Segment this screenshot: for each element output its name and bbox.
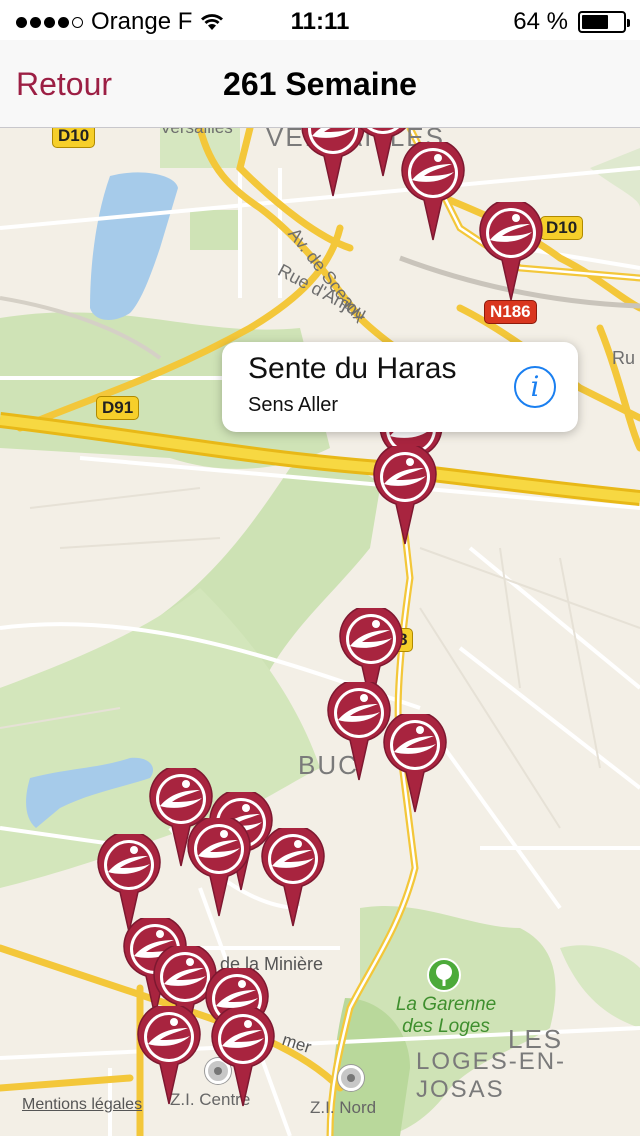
place-la-garenne-line1: La Garenne: [395, 994, 497, 1015]
park-icon: [427, 958, 461, 992]
road-label-d10-west: D10: [52, 128, 96, 148]
bus-stop-pin-icon[interactable]: [400, 138, 466, 242]
street-ru: Ru: [612, 348, 636, 368]
bus-stop-pin-icon[interactable]: [478, 198, 544, 302]
bus-stop-pin-icon[interactable]: [260, 824, 326, 928]
callout-title: Sente du Haras: [248, 352, 457, 385]
place-loges-en-josas: LOGES-EN-JOSAS: [416, 1048, 567, 1103]
place-la-garenne: La Garenne des Loges: [378, 994, 514, 1038]
poi-zi-nord-icon[interactable]: [338, 1065, 364, 1091]
battery-icon: [578, 11, 630, 33]
place-zi-nord: Z.I. Nord: [310, 1098, 377, 1117]
back-button[interactable]: Retour: [16, 66, 112, 103]
place-versailles-small: Versailles: [160, 128, 233, 138]
map-view[interactable]: D10 D10 N186 D91 8 Versailles VERSAILLES…: [0, 128, 640, 1136]
callout-subtitle: Sens Aller: [248, 394, 339, 416]
road-label-d91: D91: [96, 396, 140, 420]
bus-stop-pin-icon[interactable]: [372, 442, 438, 546]
info-button-icon[interactable]: i: [514, 366, 556, 408]
bus-stop-pin-icon[interactable]: [136, 1002, 202, 1106]
bus-stop-pin-icon[interactable]: [210, 1004, 276, 1108]
bus-stop-pin-icon[interactable]: [382, 710, 448, 814]
navigation-bar: Retour 261 Semaine: [0, 40, 640, 128]
road-label-n186: N186: [484, 300, 537, 324]
status-bar: Orange F 11:11 64 %: [0, 0, 640, 40]
legal-notice-link[interactable]: Mentions légales: [22, 1096, 142, 1114]
road-label-d10-east: D10: [540, 216, 584, 240]
place-la-garenne-line2: des Loges: [402, 1016, 490, 1037]
bus-stop-pin-icon[interactable]: [186, 814, 252, 918]
battery-percent: 64 %: [513, 8, 568, 35]
battery-group: 64 %: [513, 8, 630, 36]
stop-callout[interactable]: Sente du Haras Sens Aller i: [222, 342, 578, 432]
